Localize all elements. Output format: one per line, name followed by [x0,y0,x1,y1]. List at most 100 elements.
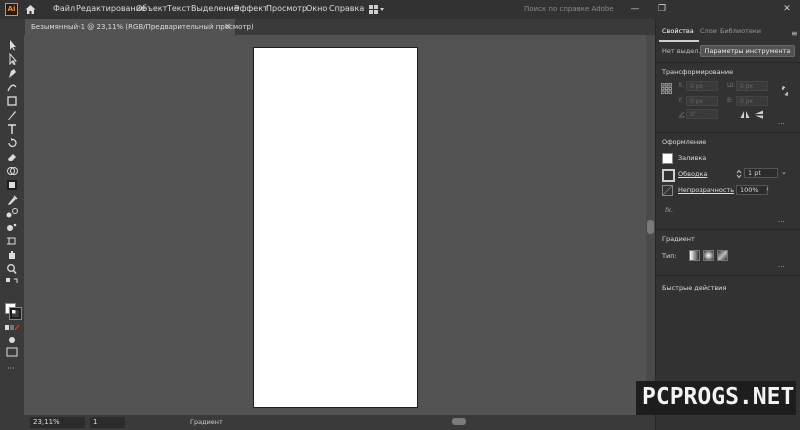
vertical-scrollbar-thumb[interactable] [647,220,654,234]
x-label: X: [678,82,685,89]
width-input[interactable]: 0 px [736,81,768,91]
linear-gradient-button[interactable] [689,250,700,261]
screen-mode-icon[interactable] [4,347,20,357]
opacity-icon [662,185,673,196]
type-tool-icon[interactable] [4,123,20,135]
home-icon[interactable] [24,3,37,16]
rotation-input[interactable]: 0° [686,109,718,119]
app-logo: Ai [5,3,18,16]
symbol-sprayer-tool-icon[interactable] [4,221,20,233]
stroke-color-swatch[interactable] [9,307,22,320]
draw-mode-icon[interactable] [4,335,20,345]
close-button[interactable]: ✕ [780,2,794,16]
chevron-down-icon[interactable]: ⌄ [781,168,787,176]
height-input[interactable]: 0 px [736,96,768,106]
menu-file[interactable]: Файл [53,4,75,13]
minimize-button[interactable]: — [628,2,642,16]
divider [656,229,800,230]
blend-tool-icon[interactable] [4,207,20,219]
tool-parameters-button[interactable]: Параметры инструмента [700,45,795,57]
help-search-input[interactable]: Поиск по справке Adobe [520,3,630,16]
menu-text[interactable]: Текст [167,4,191,13]
menu-object[interactable]: Объект [136,4,167,13]
fx-icon[interactable]: fx. [665,206,673,214]
swap-colors-icon[interactable] [4,277,20,287]
opacity-label[interactable]: Непрозрачность [678,186,734,194]
tab-layers[interactable]: Слои [700,27,717,35]
radial-gradient-button[interactable] [703,250,714,261]
menu-view[interactable]: Просмотр [266,4,307,13]
stroke-swatch[interactable] [662,169,675,182]
restore-button[interactable]: ❐ [655,2,669,16]
stroke-stepper-icon[interactable] [736,169,742,179]
stroke-weight-input[interactable]: 1 pt [744,168,778,178]
y-input[interactable]: 0 px [686,96,718,106]
menu-select[interactable]: Выделение [191,4,239,13]
tools-panel: ··· [0,35,24,415]
x-input[interactable]: 0 px [686,81,718,91]
document-tab[interactable]: Безымянный-1 @ 23,11% (RGB/Предварительн… [25,19,254,35]
brush-tool-icon[interactable] [4,109,20,121]
zoom-tool-icon[interactable] [4,263,20,275]
menu-window[interactable]: Окно [306,4,327,13]
rotate-angle-icon [678,111,685,118]
stroke-label[interactable]: Обводка [678,170,707,178]
flip-vertical-icon[interactable] [754,110,764,119]
horizontal-scrollbar[interactable] [262,417,642,426]
gradient-section-title: Градиент [662,235,695,243]
zoom-level-select[interactable]: 23,11% [30,417,85,428]
workspace-switcher-icon[interactable] [368,4,386,15]
artboard-number-select[interactable]: 1 [90,417,125,428]
divider [656,275,800,276]
pen-tool-icon[interactable] [4,67,20,79]
eraser-tool-icon[interactable] [4,151,20,163]
appearance-section-title: Оформление [662,138,707,146]
h-label: В: [727,97,734,104]
artboard[interactable] [253,47,418,408]
divider [656,132,800,133]
y-label: Y: [678,97,683,104]
gradient-tool-icon[interactable] [4,179,20,191]
menu-bar: Ai Файл Редактирование Объект Текст Выде… [0,0,800,19]
close-icon[interactable]: ✕ [224,19,231,35]
horizontal-scrollbar-thumb[interactable] [452,418,466,425]
properties-panel: Свойства Слои Библиотеки ≡ Нет выдел... … [655,19,800,430]
curvature-tool-icon[interactable] [4,81,20,93]
panel-tabs: Свойства Слои Библиотеки ≡ [656,27,800,42]
gradient-more-icon[interactable]: ··· [778,263,785,271]
menu-effect[interactable]: Эффект [234,4,268,13]
hand-tool-icon[interactable] [4,249,20,261]
quick-actions-title: Быстрые действия [662,284,727,292]
color-mode-icons[interactable] [4,323,20,333]
opacity-input[interactable]: 100% [736,185,768,195]
freeform-gradient-button[interactable] [717,250,728,261]
fill-swatch[interactable] [662,153,673,164]
tab-properties[interactable]: Свойства [662,27,694,35]
reference-point-icon[interactable] [661,83,672,94]
vertical-scrollbar[interactable] [646,35,655,415]
document-tab-bar: Безымянный-1 @ 23,11% (RGB/Предварительн… [0,19,655,35]
panel-menu-icon[interactable]: ≡ [791,29,798,38]
tab-libraries[interactable]: Библиотеки [720,27,761,35]
rectangle-tool-icon[interactable] [4,95,20,107]
document-tab-title: Безымянный-1 @ 23,11% (RGB/Предварительн… [31,23,254,31]
rotate-tool-icon[interactable] [4,137,20,149]
transform-more-icon[interactable]: ··· [778,120,785,128]
selection-tool-icon[interactable] [4,39,20,51]
more-tools-icon[interactable]: ··· [7,365,19,373]
appearance-more-icon[interactable]: ··· [778,218,785,226]
direct-selection-tool-icon[interactable] [4,53,20,65]
constrain-proportions-icon[interactable] [780,85,790,97]
shape-builder-tool-icon[interactable] [4,165,20,177]
transform-section-title: Трансформирование [662,68,734,76]
flip-horizontal-icon[interactable] [740,110,750,119]
artboard-tool-icon[interactable] [4,235,20,247]
gradient-type-label: Тип: [662,252,677,260]
eyedropper-tool-icon[interactable] [4,193,20,205]
fill-label: Заливка [678,154,707,162]
chevron-right-icon[interactable]: › [766,185,769,193]
watermark: PCPROGS.NET [636,381,796,415]
menu-help[interactable]: Справка [329,4,364,13]
active-tab-indicator [659,40,699,42]
no-selection-label: Нет выдел... [662,47,705,55]
